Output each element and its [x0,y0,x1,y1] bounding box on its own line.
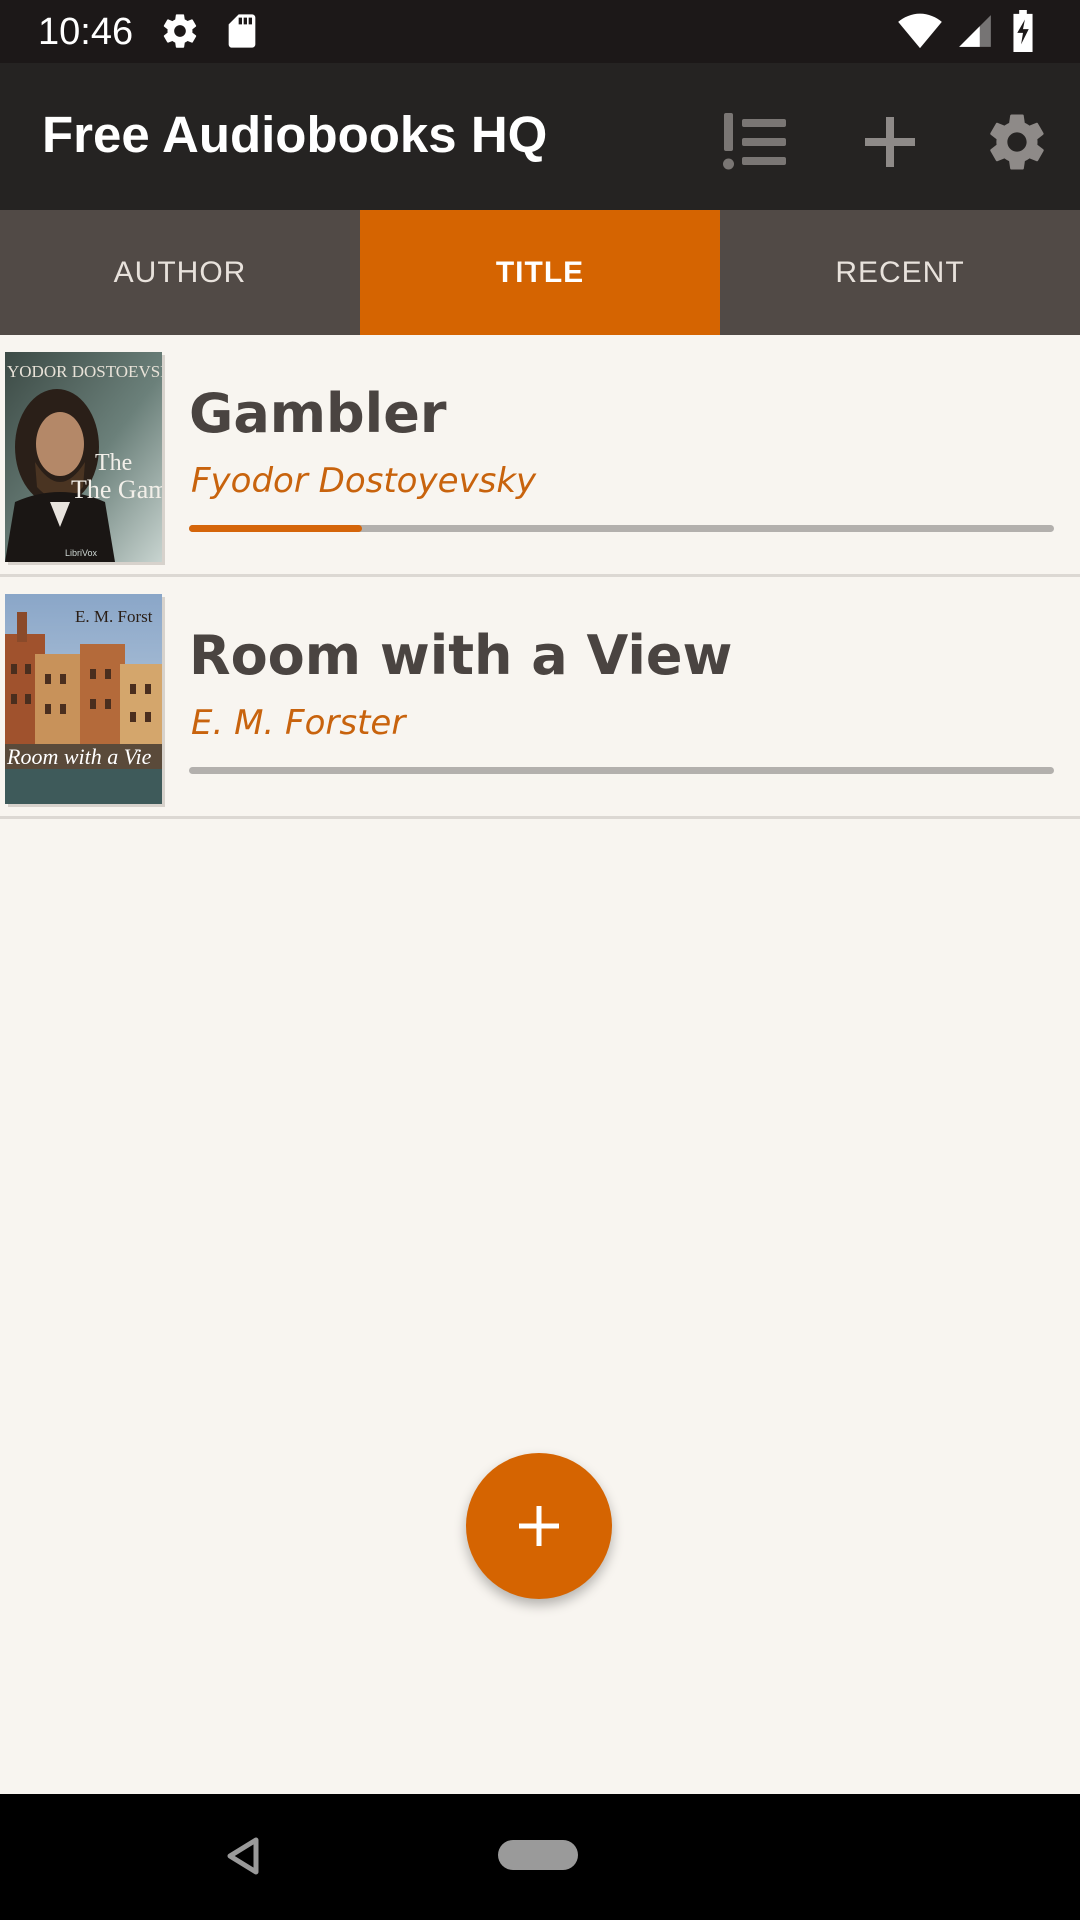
wifi-icon [898,10,942,54]
priority-list-icon [723,113,786,170]
cover-top-text: YODOR DOSTOEVSK [7,362,162,381]
status-time: 10:46 [38,11,134,53]
home-pill[interactable] [498,1840,578,1870]
add-book-button[interactable] [848,100,932,184]
add-icon [519,1506,559,1546]
settings-icon [160,11,200,55]
app-bar: Free Audiobooks HQ [0,63,1080,210]
tab-author[interactable]: AUTHOR [0,210,360,335]
add-fab-button[interactable] [466,1453,612,1599]
settings-button[interactable] [975,100,1059,184]
list-item[interactable]: YODOR DOSTOEVSK The The Gamble LibriVox … [0,335,1080,577]
settings-icon [990,114,1044,170]
cover-title-text: Room with a Vie [6,744,152,769]
signal-icon [956,12,994,54]
progress-fill [189,525,362,532]
book-author: Fyodor Dostoyevsky [191,461,537,501]
list-item[interactable]: E. M. Forst Room with a Vie Room with a … [0,577,1080,819]
book-author: E. M. Forster [191,703,406,743]
app-title: Free Audiobooks HQ [42,106,548,163]
svg-text:The: The [95,450,132,476]
cover-top-text: E. M. Forst [75,607,153,626]
back-button[interactable] [216,1830,268,1882]
back-icon [227,1837,259,1875]
add-icon [865,117,915,167]
navigation-bar [0,1794,1080,1920]
cover-title-text: The Gamble [71,475,162,504]
book-list: YODOR DOSTOEVSK The The Gamble LibriVox … [0,335,1080,819]
progress-bar [189,767,1054,774]
status-bar: 10:46 [0,0,1080,63]
progress-bar [189,525,1054,532]
book-title: Gambler [189,382,447,445]
priority-list-button[interactable] [712,100,796,184]
book-cover: E. M. Forst Room with a Vie [5,594,162,804]
battery-charging-icon [1010,10,1036,56]
cover-publisher: LibriVox [65,548,98,558]
tab-title[interactable]: TITLE [360,210,720,335]
tab-bar: AUTHOR TITLE RECENT [0,210,1080,335]
book-cover: YODOR DOSTOEVSK The The Gamble LibriVox [5,352,162,562]
tab-recent[interactable]: RECENT [720,210,1080,335]
book-title: Room with a View [189,624,733,687]
sd-card-icon [222,11,262,55]
screen: 10:46 Free Audiobooks HQ AUTHOR TITLE RE… [0,0,1080,1920]
